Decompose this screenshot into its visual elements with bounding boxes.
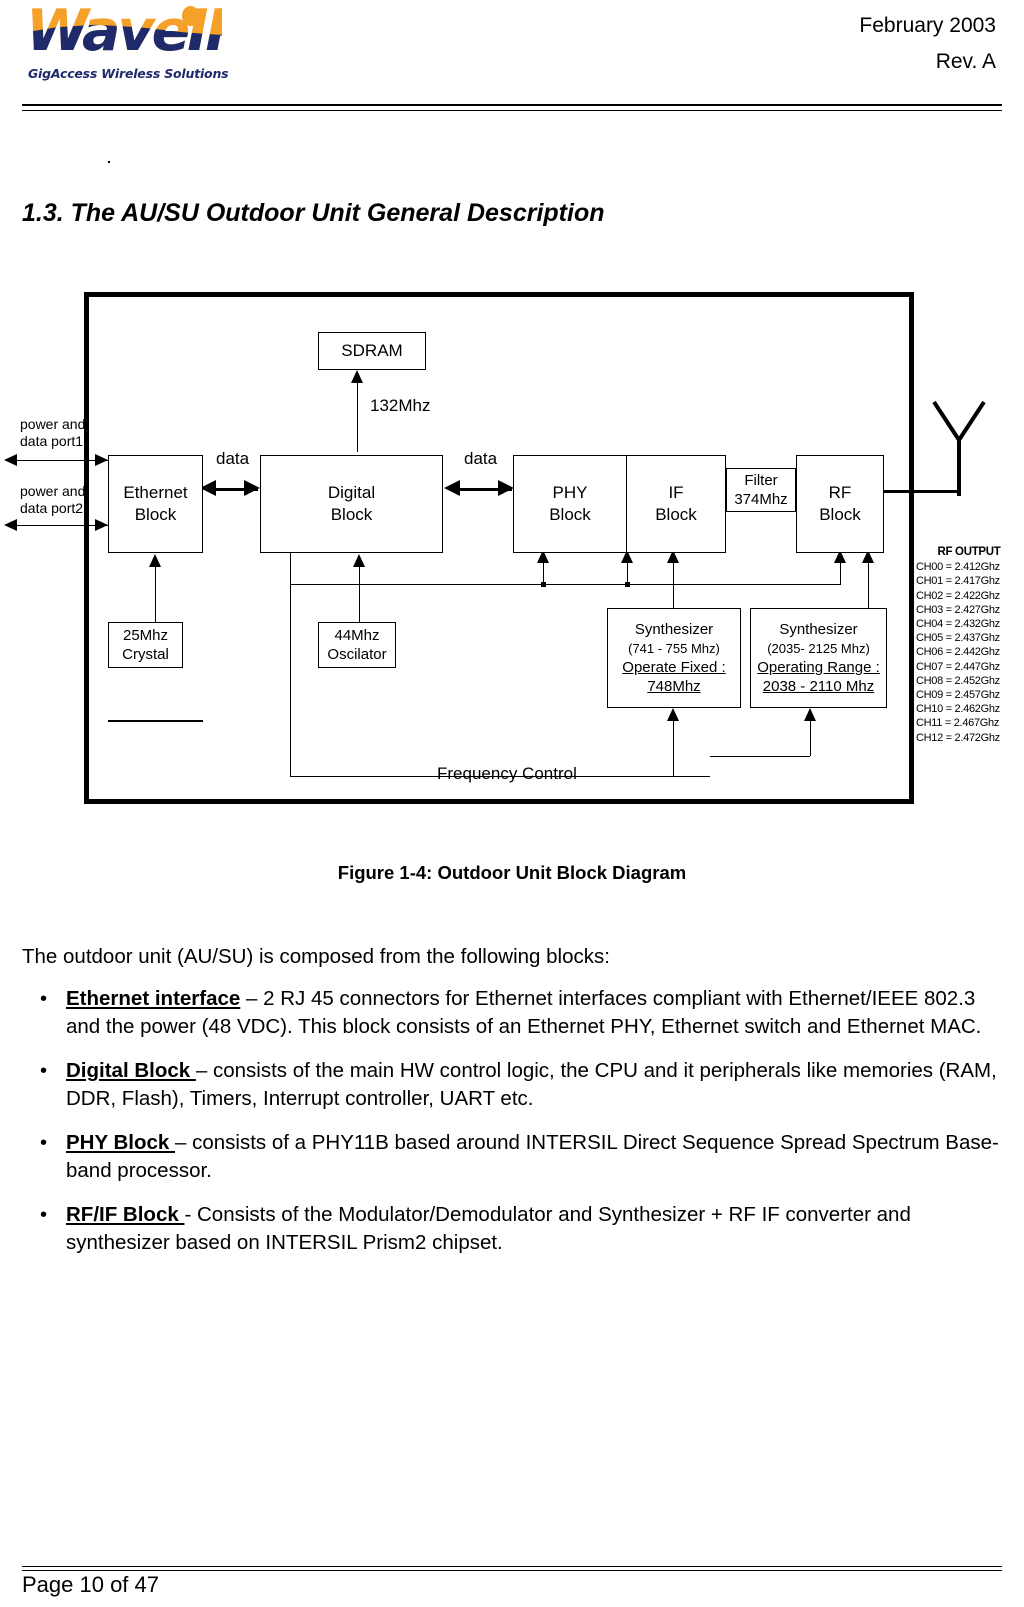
list-item-body: Digital Block – consists of the main HW …: [66, 1057, 1002, 1113]
list-item-body: RF/IF Block - Consists of the Modulator/…: [66, 1201, 1002, 1257]
block-digital: Digital Block: [260, 455, 443, 553]
block-oscillator-44mhz: 44Mhz Oscilator: [318, 622, 396, 668]
logo-tagline: GigAccess Wireless Solutions: [28, 66, 229, 81]
rf-channel-row: CH04 = 2.432Ghz: [916, 618, 1000, 631]
rf-channel-row: CH02 = 2.422Ghz: [916, 589, 1000, 602]
block-sdram: SDRAM: [318, 332, 426, 370]
body-copy: The outdoor unit (AU/SU) is composed fro…: [22, 943, 1002, 1273]
label-data-ethernet-digital: data: [216, 449, 250, 468]
bullet-icon: •: [40, 1132, 48, 1154]
header-date: February 2003: [859, 14, 996, 37]
list-item-text: – consists of the main HW control logic,…: [66, 1059, 997, 1110]
label-port1-line1: power and: [20, 416, 86, 432]
block-ethernet: Ethernet Block: [108, 455, 203, 553]
footer-page-number: Page 10 of 47: [22, 1572, 160, 1597]
arrowhead-sdram-up: [351, 370, 363, 383]
link-freqctrl-synth2-rail: [710, 756, 810, 757]
header-meta: February 2003 Rev. A: [859, 8, 996, 80]
link-freqctrl-synth1: [673, 713, 674, 776]
page-header: WaveIP WaveIP GigAccess Wireless Solutio…: [0, 0, 1024, 111]
label-frequency-control: Frequency Control: [437, 764, 577, 783]
block-synthesizer-rf: Synthesizer (2035- 2125 Mhz) Operating R…: [750, 608, 887, 708]
block-diagram: SDRAM 132Mhz Ethernet Block power and da…: [0, 161, 1024, 840]
rf-channel-row: CH09 = 2.457Ghz: [916, 689, 1000, 702]
header-revision: Rev. A: [935, 50, 996, 73]
bullet-icon: •: [40, 1204, 48, 1226]
rf-channel-row: CH08 = 2.452Ghz: [916, 674, 1000, 687]
junction-bus-phy: [541, 582, 546, 587]
block-rf: RF Block: [796, 455, 884, 553]
list-item-body: PHY Block – consists of a PHY11B based a…: [66, 1129, 1002, 1185]
junction-bus-if: [625, 582, 630, 587]
list-item-text: – consists of a PHY11B based around INTE…: [66, 1131, 999, 1182]
link-bus-frequency-control: [290, 584, 291, 776]
list-item-term: PHY Block: [66, 1131, 175, 1154]
block-if: IF Block: [626, 455, 726, 553]
arrowhead-eth-digital-right: [244, 480, 260, 496]
arrowhead-oscillator-up: [353, 554, 365, 567]
rf-channel-row: CH01 = 2.417Ghz: [916, 575, 1000, 588]
link-oscillator-digital: [359, 559, 360, 622]
logo-dot-icon: [182, 6, 199, 26]
list-item: • PHY Block – consists of a PHY11B based…: [22, 1129, 1002, 1185]
label-port2-line1: power and: [20, 483, 86, 499]
list-item-body: Ethernet interface – 2 RJ 45 connectors …: [66, 985, 1002, 1041]
rf-channel-row: CH11 = 2.467Ghz: [916, 717, 1000, 730]
block-phy: PHY Block: [513, 455, 627, 553]
link-port2: [14, 525, 108, 526]
clock-distribution-bus: [290, 584, 840, 585]
block-filter: Filter 374Mhz: [726, 468, 796, 512]
arrowhead-port1-right: [95, 454, 108, 466]
label-sdram-clock: 132Mhz: [370, 396, 431, 415]
rf-channel-row: CH00 = 2.412Ghz: [916, 561, 1000, 574]
label-port1-line2: data port1: [20, 433, 84, 449]
arrowhead-digital-phy-left: [444, 480, 460, 496]
arrowhead-freqctrl-synth2-up: [804, 708, 816, 721]
list-item-term: Digital Block: [66, 1059, 196, 1082]
list-item: • RF/IF Block - Consists of the Modulato…: [22, 1201, 1002, 1257]
list-item-text: - Consists of the Modulator/Demodulator …: [66, 1203, 911, 1254]
antenna-icon: [932, 400, 986, 496]
rf-channel-row: CH07 = 2.447Ghz: [916, 660, 1000, 673]
rf-channel-row: CH05 = 2.437Ghz: [916, 632, 1000, 645]
list-item: • Ethernet interface – 2 RJ 45 connector…: [22, 985, 1002, 1041]
arrowhead-freqctrl-synth1-up: [667, 708, 679, 721]
link-digital-bus: [290, 553, 291, 585]
label-port2-line2: data port2: [20, 500, 84, 516]
rf-channel-row: CH03 = 2.427Ghz: [916, 603, 1000, 616]
arrowhead-digital-phy-right: [498, 480, 514, 496]
arrowhead-port2-left: [4, 519, 17, 531]
list-item-term: RF/IF Block: [66, 1203, 185, 1226]
rf-output-table: RF OUTPUT CH00 = 2.412Ghz CH01 = 2.417Gh…: [916, 545, 1022, 745]
bullet-icon: •: [40, 1060, 48, 1082]
arrowhead-crystal-up: [149, 554, 161, 567]
block-crystal-25mhz: 25Mhz Crystal: [108, 622, 183, 668]
label-data-digital-phy: data: [464, 449, 498, 468]
figure-caption: Figure 1-4: Outdoor Unit Block Diagram: [337, 862, 687, 883]
rf-channel-row: CH10 = 2.462Ghz: [916, 703, 1000, 716]
block-synthesizer-if: Synthesizer (741 - 755 Mhz) Operate Fixe…: [607, 608, 741, 708]
list-item-term: Ethernet interface: [66, 987, 241, 1010]
footer-divider: [22, 1566, 1002, 1571]
intro-paragraph: The outdoor unit (AU/SU) is composed fro…: [22, 945, 610, 968]
header-divider: [22, 104, 1002, 111]
link-crystal-ethernet: [155, 559, 156, 622]
rf-channel-row: CH06 = 2.442Ghz: [916, 646, 1000, 659]
bullet-icon: •: [40, 988, 48, 1010]
outdoor-unit-enclosure: [84, 292, 914, 804]
arrowhead-port2-right: [95, 519, 108, 531]
rf-channel-row: CH12 = 2.472Ghz: [916, 731, 1000, 744]
list-item: • Digital Block – consists of the main H…: [22, 1057, 1002, 1113]
link-port1: [14, 460, 108, 461]
rf-output-title: RF OUTPUT: [937, 546, 1001, 558]
arrowhead-port1-left: [4, 454, 17, 466]
link-digital-sdram: [357, 375, 358, 452]
company-logo: WaveIP WaveIP GigAccess Wireless Solutio…: [22, 4, 229, 94]
section-heading: 1.3. The AU/SU Outdoor Unit General Desc…: [22, 198, 605, 227]
